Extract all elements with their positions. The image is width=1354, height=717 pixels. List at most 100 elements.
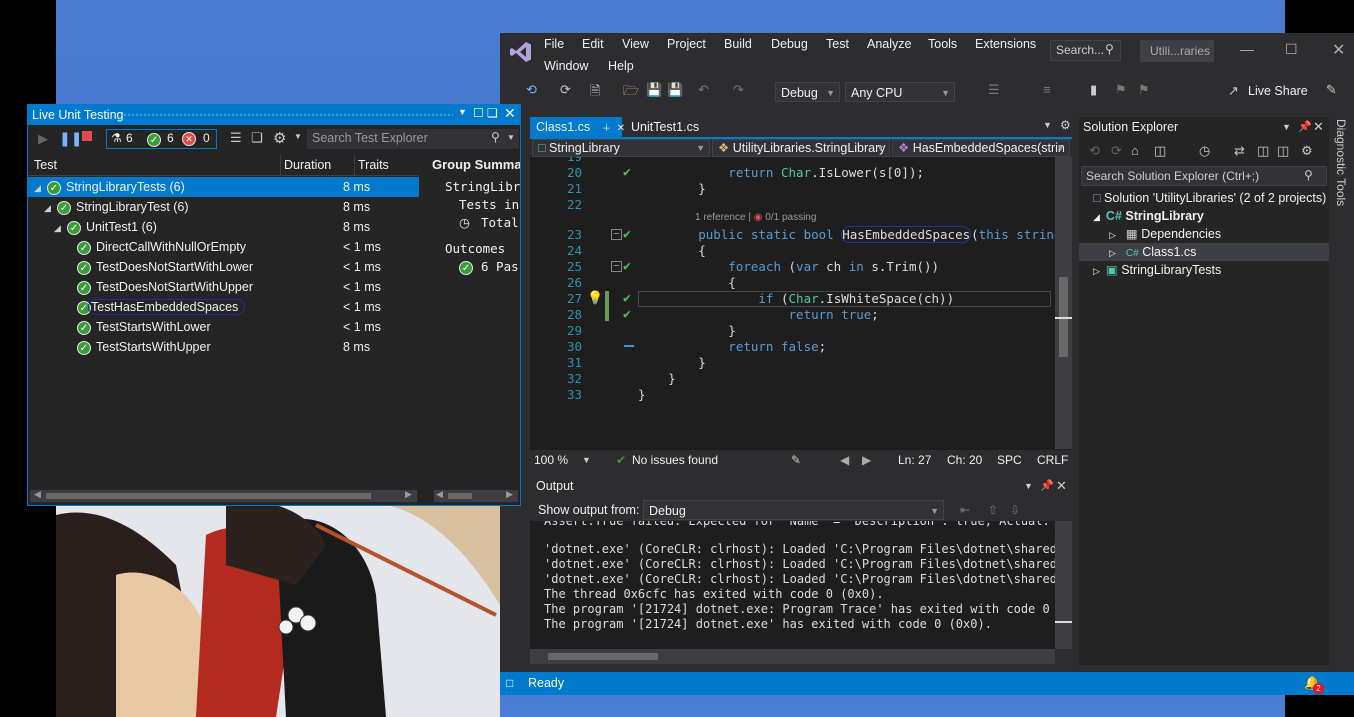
test-row[interactable]: ✓ TestStartsWithLower < 1 ms <box>77 317 419 337</box>
project-string-library[interactable]: ◢ C# StringLibrary <box>1093 207 1204 225</box>
pause-icon[interactable]: ❚❚ <box>59 130 82 147</box>
maximize-icon[interactable]: ☐ <box>1285 41 1298 58</box>
chevron-down-icon[interactable]: ▼ <box>582 450 591 470</box>
start-icon[interactable]: ▶ <box>38 131 48 147</box>
chevron-down-icon[interactable]: ▼ <box>458 107 467 117</box>
save-all-icon[interactable]: 💾 <box>667 82 683 98</box>
chevron-down-icon[interactable]: ▼ <box>507 133 515 142</box>
prev-message-icon[interactable]: ⇧ <box>988 499 998 521</box>
settings-gear-icon[interactable]: ⚙ <box>1060 118 1071 132</box>
column-divider[interactable] <box>280 155 281 175</box>
forward-icon[interactable]: ⟳ <box>560 82 571 98</box>
collapse-all-icon[interactable]: ◫ <box>1257 143 1269 159</box>
chevron-down-icon[interactable]: ▼ <box>294 132 302 141</box>
collapse-icon[interactable]: – <box>611 261 622 272</box>
feedback-icon[interactable]: ✎ <box>1326 82 1337 98</box>
collapsed-icon[interactable]: ▷ <box>1109 230 1116 240</box>
test-row[interactable]: ✓ TestDoesNotStartWithLower < 1 ms <box>77 257 419 277</box>
passed-tests-count[interactable]: 6 <box>167 131 174 145</box>
menu-test[interactable]: Test <box>826 33 849 55</box>
lut-title-bar[interactable]: Live Unit Testing ▼ ☐ ❏ ✕ <box>28 105 520 125</box>
editor-vertical-scrollbar[interactable] <box>1055 157 1072 449</box>
next-issue-icon[interactable]: ▶ <box>862 450 871 470</box>
menu-file[interactable]: File <box>544 33 564 55</box>
scroll-left-icon[interactable]: ◀ <box>436 489 443 500</box>
new-project-icon[interactable]: 🗎 <box>590 82 600 104</box>
column-duration[interactable]: Duration <box>284 155 331 175</box>
pin-icon[interactable]: ∔ <box>602 123 610 134</box>
member-nav-dropdown[interactable]: ❖ HasEmbeddedSpaces(strin ▼ <box>892 139 1070 157</box>
summary-horizontal-scrollbar[interactable]: ◀ ▶ <box>434 489 518 502</box>
scroll-left-icon[interactable]: ◀ <box>34 489 41 500</box>
failed-icon[interactable]: ✕ <box>182 132 196 146</box>
code-surface[interactable]: 19 20 21 22 23 24 25 26 27 28 29 30 31 3… <box>530 157 1055 457</box>
lightbulb-icon[interactable]: 💡 <box>587 291 603 306</box>
open-folder-icon[interactable]: 🗁 <box>623 82 639 104</box>
close-tab-icon[interactable]: ✕ <box>617 123 625 134</box>
menu-build[interactable]: Build <box>724 33 752 55</box>
back-icon[interactable]: ⟲ <box>1089 143 1100 159</box>
output-source-dropdown[interactable]: Debug ▼ <box>643 500 944 520</box>
scroll-right-icon[interactable]: ▶ <box>506 489 513 500</box>
output-window-icon[interactable]: □ <box>506 676 513 690</box>
test-search-input[interactable]: Search Test Explorer ⚲ ▼ <box>307 129 519 149</box>
scroll-thumb[interactable] <box>1055 621 1072 623</box>
solution-search-box[interactable]: Search Solution Explorer (Ctrl+;) ⚲ <box>1081 166 1327 186</box>
prev-bookmark-icon[interactable]: ⚑ <box>1115 82 1127 98</box>
maximize-icon[interactable]: ☐ <box>473 106 484 120</box>
expanded-icon[interactable]: ◢ <box>34 178 44 198</box>
switch-views-icon[interactable]: ◫ <box>1154 143 1166 159</box>
redo-icon[interactable]: ↷ <box>733 82 744 98</box>
test-row[interactable]: ✓ DirectCallWithNullOrEmpty < 1 ms <box>77 237 419 257</box>
platform-dropdown[interactable]: Any CPU ▼ <box>845 82 955 102</box>
output-text[interactable]: Assert.True failed. Expected for 'Name' … <box>530 521 1055 649</box>
expanded-icon[interactable]: ◢ <box>44 198 54 218</box>
properties-icon[interactable]: ⚙ <box>1301 143 1313 159</box>
bookmark-icon[interactable]: ▮ <box>1090 82 1097 98</box>
tab-unittest1[interactable]: UnitTest1.cs <box>631 117 699 137</box>
close-icon[interactable]: ✕ <box>1332 40 1345 60</box>
test-row[interactable]: ✓ TestHasEmbeddedSpaces < 1 ms <box>77 297 419 317</box>
comment-icon[interactable]: ☰ <box>988 82 1000 98</box>
drag-grip[interactable] <box>123 113 453 118</box>
find-message-icon[interactable]: ⇤ <box>960 499 970 521</box>
forward-icon[interactable]: ⟳ <box>1111 143 1122 159</box>
show-all-files-icon[interactable]: ◫ <box>1277 143 1289 159</box>
pin-icon[interactable]: 📌 <box>1040 475 1054 497</box>
tab-class1[interactable]: Class1.cs ∔ ✕ <box>530 117 625 137</box>
output-vertical-scrollbar[interactable] <box>1055 521 1072 649</box>
menu-help[interactable]: Help <box>608 55 634 77</box>
menu-view[interactable]: View <box>622 33 649 55</box>
prev-issue-icon[interactable]: ◀ <box>840 450 849 470</box>
history-icon[interactable]: ◷ <box>1199 143 1210 159</box>
back-icon[interactable]: ⟲ <box>526 82 537 98</box>
project-string-library-tests[interactable]: ▷ ▣ StringLibraryTests <box>1093 261 1221 279</box>
column-traits[interactable]: Traits <box>358 155 389 175</box>
pin-icon[interactable]: 📌 <box>1298 117 1312 137</box>
menu-extensions[interactable]: Extensions <box>975 33 1036 55</box>
menu-tools[interactable]: Tools <box>928 33 957 55</box>
playlist-icon[interactable]: ❏ <box>251 130 263 146</box>
all-tests-count[interactable]: 6 <box>126 131 133 145</box>
restore-icon[interactable]: ❏ <box>487 106 498 120</box>
test-tree-horizontal-scrollbar[interactable]: ◀ ▶ <box>30 489 417 502</box>
scroll-thumb[interactable] <box>548 653 658 660</box>
expanded-icon[interactable]: ◢ <box>54 218 64 238</box>
test-row[interactable]: ✓ TestStartsWithUpper 8 ms <box>77 337 419 357</box>
file-class1[interactable]: ▷ C# Class1.cs <box>1109 243 1196 261</box>
line-indicator[interactable]: Ln: 27 <box>898 450 931 470</box>
menu-analyze[interactable]: Analyze <box>867 33 911 55</box>
test-row[interactable]: ✓ TestDoesNotStartWithUpper < 1 ms <box>77 277 419 297</box>
cleanup-icon[interactable]: ✎ <box>791 450 801 470</box>
menu-debug[interactable]: Debug <box>771 33 808 55</box>
minimize-icon[interactable]: — <box>1240 41 1254 57</box>
next-bookmark-icon[interactable]: ⚑ <box>1138 82 1150 98</box>
close-icon[interactable]: ✕ <box>504 105 516 122</box>
undo-icon[interactable]: ↶ <box>698 82 709 98</box>
codelens[interactable]: 1 reference | ◉ 0/1 passing <box>695 212 816 223</box>
home-icon[interactable]: ⌂ <box>1131 143 1139 158</box>
scroll-right-icon[interactable]: ▶ <box>405 489 412 500</box>
type-nav-dropdown[interactable]: ❖ UtilityLibraries.StringLibrary ▼ <box>712 139 890 157</box>
issues-status[interactable]: No issues found <box>632 450 718 470</box>
diagnostic-tools-tab[interactable]: Diagnostic Tools <box>1331 119 1351 219</box>
